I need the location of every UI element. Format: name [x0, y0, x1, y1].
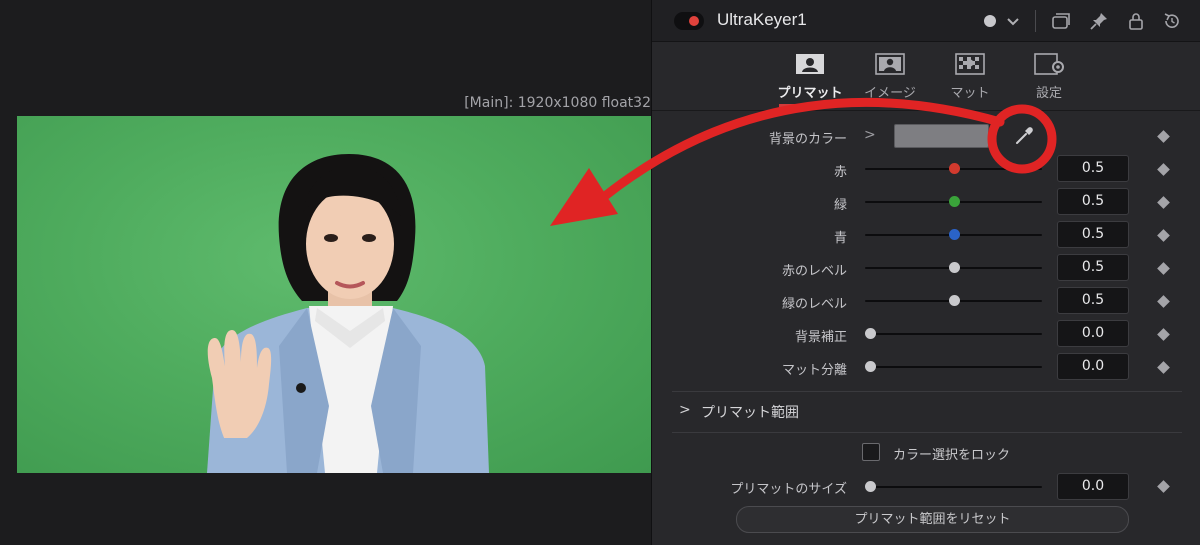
slider-thumb[interactable] — [865, 328, 876, 339]
param-label: 緑 — [833, 198, 847, 213]
tab-image[interactable]: イメージ — [850, 52, 930, 108]
param-slider[interactable] — [865, 328, 1042, 339]
viewer-resolution-label: [Main]: 1920x1080 float32 — [464, 95, 651, 111]
background-color-swatch[interactable] — [894, 124, 989, 148]
pin-icon[interactable] — [1088, 10, 1110, 32]
active-tab-indicator — [779, 104, 841, 107]
keyframe-button[interactable] — [1157, 361, 1170, 374]
green-screen-presenter-image — [207, 154, 489, 473]
tab-settings[interactable]: 設定 — [1009, 52, 1089, 108]
tab-prematte[interactable]: プリマット — [770, 52, 850, 108]
prematte-size-label: プリマットのサイズ — [730, 482, 847, 497]
param-value-field[interactable]: 0.5 — [1057, 287, 1129, 314]
param-value-field[interactable]: 0.0 — [1057, 353, 1129, 380]
param-label: 赤のレベル — [781, 264, 847, 279]
node-enable-toggle[interactable] — [674, 12, 704, 30]
param-slider[interactable] — [865, 361, 1042, 372]
param-value-field[interactable]: 0.0 — [1057, 320, 1129, 347]
tab-matte[interactable]: マット — [930, 52, 1010, 108]
keyframe-button[interactable] — [1157, 262, 1170, 275]
expand-chevron-icon[interactable]: > — [864, 127, 876, 143]
keyframe-button[interactable] — [1157, 229, 1170, 242]
prematte-size-value[interactable]: 0.0 — [1057, 473, 1129, 500]
param-value-field[interactable]: 0.5 — [1057, 188, 1129, 215]
status-dot-icon[interactable] — [979, 10, 1001, 32]
panel-header: UltraKeyer1 — [652, 0, 1200, 42]
param-label: 背景補正 — [794, 330, 847, 345]
prematte-size-slider[interactable] — [865, 481, 1042, 492]
param-label: 緑のレベル — [781, 297, 847, 312]
section-chevron-icon[interactable]: > — [679, 402, 691, 418]
param-value-field[interactable]: 0.5 — [1057, 155, 1129, 182]
eyedropper-icon[interactable] — [1013, 125, 1035, 147]
param-label: 青 — [833, 231, 847, 246]
param-value-field[interactable]: 0.5 — [1057, 221, 1129, 248]
lock-color-selection-checkbox[interactable] — [862, 443, 880, 461]
lock-color-selection-label: カラー選択をロック — [893, 448, 1011, 463]
chevron-down-icon[interactable] — [1002, 10, 1024, 32]
slider-thumb[interactable] — [949, 196, 960, 207]
section-divider — [672, 391, 1182, 392]
param-label: 赤 — [833, 165, 847, 180]
tabs-divider — [652, 110, 1200, 111]
param-slider[interactable] — [865, 295, 1042, 306]
viewer-panel: [Main]: 1920x1080 float32 — [0, 0, 651, 545]
image-person-icon — [875, 53, 905, 75]
lock-icon[interactable] — [1125, 10, 1147, 32]
keyframe-button[interactable] — [1157, 480, 1170, 493]
settings-gear-icon — [1034, 53, 1064, 75]
slider-thumb[interactable] — [949, 262, 960, 273]
header-separator — [1035, 10, 1036, 32]
param-slider[interactable] — [865, 163, 1042, 174]
node-name: UltraKeyer1 — [717, 10, 807, 29]
inspector-panel: UltraKeyer1 プリマット イメージ マット 設定 背景のカラー > 赤… — [651, 0, 1200, 545]
slider-thumb[interactable] — [949, 295, 960, 306]
keyframe-button[interactable] — [1157, 328, 1170, 341]
param-slider[interactable] — [865, 196, 1042, 207]
keyframe-button[interactable] — [1157, 196, 1170, 209]
reset-prematte-range-button[interactable]: プリマット範囲をリセット — [736, 506, 1129, 533]
slider-thumb[interactable] — [949, 163, 960, 174]
keyframe-button[interactable] — [1157, 130, 1170, 143]
slider-thumb[interactable] — [865, 361, 876, 372]
slider-thumb[interactable] — [949, 229, 960, 240]
person-frame-icon — [796, 54, 824, 74]
slider-thumb[interactable] — [865, 481, 876, 492]
section-divider — [672, 432, 1182, 433]
background-color-label: 背景のカラー — [768, 132, 847, 147]
prematte-range-section-title[interactable]: プリマット範囲 — [701, 402, 799, 422]
param-slider[interactable] — [865, 262, 1042, 273]
checker-matte-icon — [955, 53, 985, 75]
windows-icon[interactable] — [1050, 10, 1072, 32]
viewer-image[interactable] — [17, 116, 651, 473]
keyframe-button[interactable] — [1157, 295, 1170, 308]
param-value-field[interactable]: 0.5 — [1057, 254, 1129, 281]
param-slider[interactable] — [865, 229, 1042, 240]
param-label: マット分離 — [781, 363, 847, 378]
keyframe-button[interactable] — [1157, 163, 1170, 176]
reset-icon[interactable] — [1161, 10, 1183, 32]
